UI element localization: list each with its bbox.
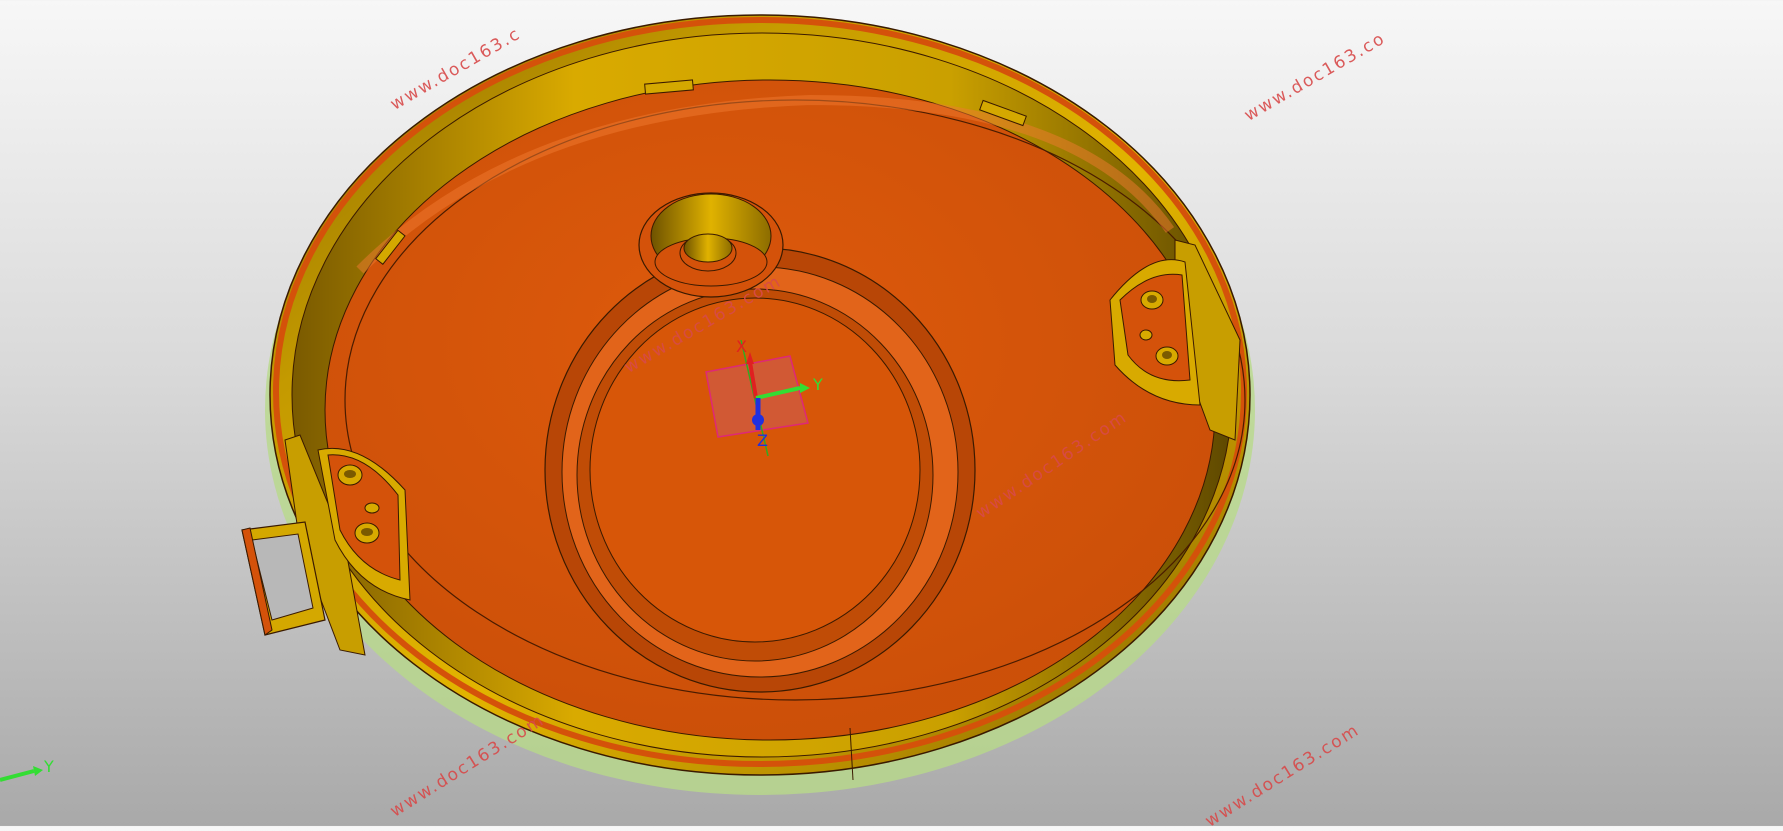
3d-viewport[interactable]: X Y Z Y www.doc163.c www.doc163.co www.d… (0, 0, 1783, 831)
view-triad-y-label: Y (43, 757, 54, 776)
model-canvas[interactable]: X Y Z Y (0, 0, 1783, 826)
triad-y-label: Y (812, 375, 823, 394)
part-inner-ring[interactable] (544, 247, 976, 693)
view-triad[interactable]: Y (0, 757, 54, 782)
triad-z-label: Z (757, 431, 768, 450)
triad-x-label: X (736, 337, 747, 356)
